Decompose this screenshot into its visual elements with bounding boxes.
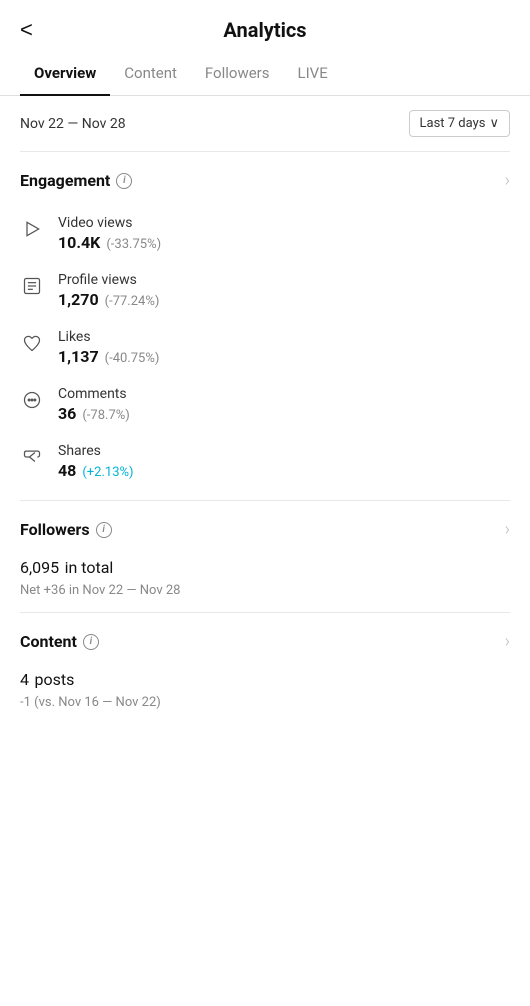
share-icon bbox=[20, 445, 44, 469]
content-posts-label: posts bbox=[34, 670, 74, 689]
content-chevron-icon[interactable]: › bbox=[505, 631, 510, 652]
metric-value-row-comments: 36 (-78.7%) bbox=[58, 404, 130, 423]
metric-change-shares: (+2.13%) bbox=[82, 465, 133, 480]
tab-bar: Overview Content Followers LIVE bbox=[0, 52, 530, 96]
followers-total-label: in total bbox=[65, 558, 114, 577]
engagement-section: Engagement i › Video views 10.4K (-33.75… bbox=[0, 152, 530, 500]
content-title: Content bbox=[20, 632, 77, 651]
metric-value-comments: 36 bbox=[58, 404, 76, 423]
followers-total: 6,095 in total bbox=[20, 554, 510, 579]
metric-content-profile: Profile views 1,270 (-77.24%) bbox=[58, 272, 159, 309]
tab-overview[interactable]: Overview bbox=[20, 52, 110, 96]
tab-followers[interactable]: Followers bbox=[191, 52, 284, 96]
heart-icon bbox=[20, 331, 44, 355]
followers-header: Followers i › bbox=[20, 519, 510, 540]
metric-value-video: 10.4K bbox=[58, 233, 100, 252]
metric-value-row-shares: 48 (+2.13%) bbox=[58, 461, 134, 480]
engagement-info-icon[interactable]: i bbox=[116, 173, 132, 189]
metric-value-shares: 48 bbox=[58, 461, 76, 480]
followers-section: Followers i › 6,095 in total Net +36 in … bbox=[0, 501, 530, 612]
followers-net: Net +36 in Nov 22 — Nov 28 bbox=[20, 583, 510, 598]
engagement-chevron-icon[interactable]: › bbox=[505, 170, 510, 191]
engagement-title-row: Engagement i bbox=[20, 171, 132, 190]
header: < Analytics bbox=[0, 0, 530, 52]
metric-value-row-likes: 1,137 (-40.75%) bbox=[58, 347, 159, 366]
metric-shares: Shares 48 (+2.13%) bbox=[20, 433, 510, 490]
engagement-header: Engagement i › bbox=[20, 170, 510, 191]
profile-icon bbox=[20, 274, 44, 298]
followers-title-row: Followers i bbox=[20, 520, 112, 539]
chevron-down-icon: ∨ bbox=[489, 116, 499, 131]
date-picker[interactable]: Last 7 days ∨ bbox=[409, 110, 510, 137]
followers-chevron-icon[interactable]: › bbox=[505, 519, 510, 540]
date-range-label: Nov 22 — Nov 28 bbox=[20, 116, 126, 132]
play-icon bbox=[20, 217, 44, 241]
metric-comments: Comments 36 (-78.7%) bbox=[20, 376, 510, 433]
metric-content-shares: Shares 48 (+2.13%) bbox=[58, 443, 134, 480]
metric-content-likes: Likes 1,137 (-40.75%) bbox=[58, 329, 159, 366]
metric-value-profile: 1,270 bbox=[58, 290, 99, 309]
content-posts: 4 posts bbox=[20, 666, 510, 691]
engagement-title: Engagement bbox=[20, 171, 110, 190]
followers-total-value: 6,095 bbox=[20, 558, 59, 577]
metric-name-likes: Likes bbox=[58, 329, 159, 345]
followers-info-icon[interactable]: i bbox=[96, 522, 112, 538]
content-posts-value: 4 bbox=[20, 670, 29, 689]
content-header: Content i › bbox=[20, 631, 510, 652]
metric-name-comments: Comments bbox=[58, 386, 130, 402]
metric-likes: Likes 1,137 (-40.75%) bbox=[20, 319, 510, 376]
metric-video-views: Video views 10.4K (-33.75%) bbox=[20, 205, 510, 262]
content-section: Content i › 4 posts -1 (vs. Nov 16 — Nov… bbox=[0, 613, 530, 724]
tab-content[interactable]: Content bbox=[110, 52, 191, 96]
tab-live[interactable]: LIVE bbox=[284, 52, 342, 96]
metric-name-video: Video views bbox=[58, 215, 161, 231]
metric-content-comments: Comments 36 (-78.7%) bbox=[58, 386, 130, 423]
followers-title: Followers bbox=[20, 520, 90, 539]
metric-change-profile: (-77.24%) bbox=[105, 294, 160, 309]
metric-name-profile: Profile views bbox=[58, 272, 159, 288]
metric-value-row-profile: 1,270 (-77.24%) bbox=[58, 290, 159, 309]
metric-change-likes: (-40.75%) bbox=[105, 351, 160, 366]
content-title-row: Content i bbox=[20, 632, 99, 651]
metric-change-video: (-33.75%) bbox=[106, 237, 161, 252]
metric-name-shares: Shares bbox=[58, 443, 134, 459]
metric-value-likes: 1,137 bbox=[58, 347, 99, 366]
back-button[interactable]: < bbox=[20, 19, 33, 41]
page-title: Analytics bbox=[223, 18, 306, 42]
metric-profile-views: Profile views 1,270 (-77.24%) bbox=[20, 262, 510, 319]
metric-content-video: Video views 10.4K (-33.75%) bbox=[58, 215, 161, 252]
content-info-icon[interactable]: i bbox=[83, 634, 99, 650]
date-picker-label: Last 7 days bbox=[420, 116, 486, 131]
metric-value-row-video: 10.4K (-33.75%) bbox=[58, 233, 161, 252]
content-compare: -1 (vs. Nov 16 — Nov 22) bbox=[20, 695, 510, 710]
comment-icon bbox=[20, 388, 44, 412]
date-row: Nov 22 — Nov 28 Last 7 days ∨ bbox=[0, 96, 530, 151]
metric-change-comments: (-78.7%) bbox=[82, 408, 129, 423]
